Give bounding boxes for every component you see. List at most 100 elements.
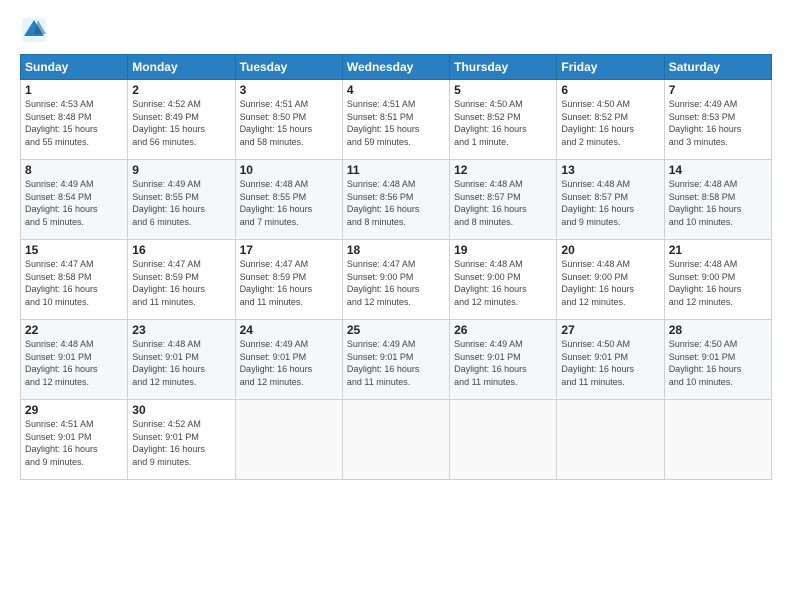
day-cell: 13Sunrise: 4:48 AM Sunset: 8:57 PM Dayli… bbox=[557, 160, 664, 240]
day-number: 4 bbox=[347, 83, 445, 97]
day-cell: 10Sunrise: 4:48 AM Sunset: 8:55 PM Dayli… bbox=[235, 160, 342, 240]
day-cell: 26Sunrise: 4:49 AM Sunset: 9:01 PM Dayli… bbox=[450, 320, 557, 400]
day-cell: 3Sunrise: 4:51 AM Sunset: 8:50 PM Daylig… bbox=[235, 80, 342, 160]
day-number: 27 bbox=[561, 323, 659, 337]
day-header-saturday: Saturday bbox=[664, 55, 771, 80]
day-header-monday: Monday bbox=[128, 55, 235, 80]
day-cell: 8Sunrise: 4:49 AM Sunset: 8:54 PM Daylig… bbox=[21, 160, 128, 240]
day-info: Sunrise: 4:49 AM Sunset: 9:01 PM Dayligh… bbox=[240, 338, 338, 388]
page: SundayMondayTuesdayWednesdayThursdayFrid… bbox=[0, 0, 792, 612]
day-info: Sunrise: 4:48 AM Sunset: 8:57 PM Dayligh… bbox=[561, 178, 659, 228]
day-number: 1 bbox=[25, 83, 123, 97]
day-number: 29 bbox=[25, 403, 123, 417]
day-number: 23 bbox=[132, 323, 230, 337]
day-cell: 30Sunrise: 4:52 AM Sunset: 9:01 PM Dayli… bbox=[128, 400, 235, 480]
day-info: Sunrise: 4:50 AM Sunset: 9:01 PM Dayligh… bbox=[669, 338, 767, 388]
week-row-4: 22Sunrise: 4:48 AM Sunset: 9:01 PM Dayli… bbox=[21, 320, 772, 400]
day-cell: 9Sunrise: 4:49 AM Sunset: 8:55 PM Daylig… bbox=[128, 160, 235, 240]
day-number: 13 bbox=[561, 163, 659, 177]
day-number: 7 bbox=[669, 83, 767, 97]
day-info: Sunrise: 4:48 AM Sunset: 8:57 PM Dayligh… bbox=[454, 178, 552, 228]
day-cell bbox=[342, 400, 449, 480]
day-number: 30 bbox=[132, 403, 230, 417]
day-cell: 7Sunrise: 4:49 AM Sunset: 8:53 PM Daylig… bbox=[664, 80, 771, 160]
day-cell: 24Sunrise: 4:49 AM Sunset: 9:01 PM Dayli… bbox=[235, 320, 342, 400]
day-number: 25 bbox=[347, 323, 445, 337]
day-info: Sunrise: 4:49 AM Sunset: 8:53 PM Dayligh… bbox=[669, 98, 767, 148]
day-info: Sunrise: 4:49 AM Sunset: 8:54 PM Dayligh… bbox=[25, 178, 123, 228]
day-info: Sunrise: 4:50 AM Sunset: 8:52 PM Dayligh… bbox=[561, 98, 659, 148]
logo-icon bbox=[20, 16, 48, 44]
day-cell bbox=[450, 400, 557, 480]
day-number: 28 bbox=[669, 323, 767, 337]
day-cell: 14Sunrise: 4:48 AM Sunset: 8:58 PM Dayli… bbox=[664, 160, 771, 240]
calendar: SundayMondayTuesdayWednesdayThursdayFrid… bbox=[20, 54, 772, 480]
day-cell: 29Sunrise: 4:51 AM Sunset: 9:01 PM Dayli… bbox=[21, 400, 128, 480]
day-cell: 15Sunrise: 4:47 AM Sunset: 8:58 PM Dayli… bbox=[21, 240, 128, 320]
day-number: 8 bbox=[25, 163, 123, 177]
day-cell: 6Sunrise: 4:50 AM Sunset: 8:52 PM Daylig… bbox=[557, 80, 664, 160]
day-number: 14 bbox=[669, 163, 767, 177]
day-info: Sunrise: 4:48 AM Sunset: 8:55 PM Dayligh… bbox=[240, 178, 338, 228]
day-info: Sunrise: 4:51 AM Sunset: 8:50 PM Dayligh… bbox=[240, 98, 338, 148]
calendar-header-row: SundayMondayTuesdayWednesdayThursdayFrid… bbox=[21, 55, 772, 80]
day-number: 5 bbox=[454, 83, 552, 97]
day-cell: 27Sunrise: 4:50 AM Sunset: 9:01 PM Dayli… bbox=[557, 320, 664, 400]
day-info: Sunrise: 4:48 AM Sunset: 9:01 PM Dayligh… bbox=[25, 338, 123, 388]
day-cell: 22Sunrise: 4:48 AM Sunset: 9:01 PM Dayli… bbox=[21, 320, 128, 400]
day-info: Sunrise: 4:51 AM Sunset: 8:51 PM Dayligh… bbox=[347, 98, 445, 148]
day-info: Sunrise: 4:53 AM Sunset: 8:48 PM Dayligh… bbox=[25, 98, 123, 148]
day-number: 26 bbox=[454, 323, 552, 337]
day-number: 17 bbox=[240, 243, 338, 257]
day-number: 3 bbox=[240, 83, 338, 97]
day-cell: 28Sunrise: 4:50 AM Sunset: 9:01 PM Dayli… bbox=[664, 320, 771, 400]
day-number: 12 bbox=[454, 163, 552, 177]
day-info: Sunrise: 4:47 AM Sunset: 9:00 PM Dayligh… bbox=[347, 258, 445, 308]
day-cell: 11Sunrise: 4:48 AM Sunset: 8:56 PM Dayli… bbox=[342, 160, 449, 240]
day-cell: 19Sunrise: 4:48 AM Sunset: 9:00 PM Dayli… bbox=[450, 240, 557, 320]
day-number: 19 bbox=[454, 243, 552, 257]
day-number: 20 bbox=[561, 243, 659, 257]
day-info: Sunrise: 4:48 AM Sunset: 9:00 PM Dayligh… bbox=[561, 258, 659, 308]
day-cell: 23Sunrise: 4:48 AM Sunset: 9:01 PM Dayli… bbox=[128, 320, 235, 400]
day-cell: 12Sunrise: 4:48 AM Sunset: 8:57 PM Dayli… bbox=[450, 160, 557, 240]
day-number: 10 bbox=[240, 163, 338, 177]
week-row-5: 29Sunrise: 4:51 AM Sunset: 9:01 PM Dayli… bbox=[21, 400, 772, 480]
day-info: Sunrise: 4:50 AM Sunset: 9:01 PM Dayligh… bbox=[561, 338, 659, 388]
day-header-sunday: Sunday bbox=[21, 55, 128, 80]
day-info: Sunrise: 4:49 AM Sunset: 9:01 PM Dayligh… bbox=[347, 338, 445, 388]
day-number: 24 bbox=[240, 323, 338, 337]
day-info: Sunrise: 4:49 AM Sunset: 9:01 PM Dayligh… bbox=[454, 338, 552, 388]
logo bbox=[20, 16, 54, 44]
day-info: Sunrise: 4:50 AM Sunset: 8:52 PM Dayligh… bbox=[454, 98, 552, 148]
day-cell: 4Sunrise: 4:51 AM Sunset: 8:51 PM Daylig… bbox=[342, 80, 449, 160]
day-cell bbox=[557, 400, 664, 480]
day-info: Sunrise: 4:47 AM Sunset: 8:59 PM Dayligh… bbox=[240, 258, 338, 308]
day-number: 6 bbox=[561, 83, 659, 97]
day-header-tuesday: Tuesday bbox=[235, 55, 342, 80]
day-number: 2 bbox=[132, 83, 230, 97]
week-row-1: 1Sunrise: 4:53 AM Sunset: 8:48 PM Daylig… bbox=[21, 80, 772, 160]
day-cell: 17Sunrise: 4:47 AM Sunset: 8:59 PM Dayli… bbox=[235, 240, 342, 320]
day-number: 16 bbox=[132, 243, 230, 257]
day-cell: 5Sunrise: 4:50 AM Sunset: 8:52 PM Daylig… bbox=[450, 80, 557, 160]
day-info: Sunrise: 4:47 AM Sunset: 8:59 PM Dayligh… bbox=[132, 258, 230, 308]
day-cell bbox=[664, 400, 771, 480]
day-cell: 16Sunrise: 4:47 AM Sunset: 8:59 PM Dayli… bbox=[128, 240, 235, 320]
week-row-2: 8Sunrise: 4:49 AM Sunset: 8:54 PM Daylig… bbox=[21, 160, 772, 240]
day-cell: 18Sunrise: 4:47 AM Sunset: 9:00 PM Dayli… bbox=[342, 240, 449, 320]
day-number: 22 bbox=[25, 323, 123, 337]
day-number: 15 bbox=[25, 243, 123, 257]
day-header-thursday: Thursday bbox=[450, 55, 557, 80]
day-number: 11 bbox=[347, 163, 445, 177]
day-cell: 2Sunrise: 4:52 AM Sunset: 8:49 PM Daylig… bbox=[128, 80, 235, 160]
day-number: 9 bbox=[132, 163, 230, 177]
day-info: Sunrise: 4:48 AM Sunset: 9:01 PM Dayligh… bbox=[132, 338, 230, 388]
day-number: 21 bbox=[669, 243, 767, 257]
day-cell: 25Sunrise: 4:49 AM Sunset: 9:01 PM Dayli… bbox=[342, 320, 449, 400]
day-number: 18 bbox=[347, 243, 445, 257]
day-info: Sunrise: 4:48 AM Sunset: 8:56 PM Dayligh… bbox=[347, 178, 445, 228]
day-info: Sunrise: 4:49 AM Sunset: 8:55 PM Dayligh… bbox=[132, 178, 230, 228]
day-info: Sunrise: 4:48 AM Sunset: 9:00 PM Dayligh… bbox=[454, 258, 552, 308]
week-row-3: 15Sunrise: 4:47 AM Sunset: 8:58 PM Dayli… bbox=[21, 240, 772, 320]
